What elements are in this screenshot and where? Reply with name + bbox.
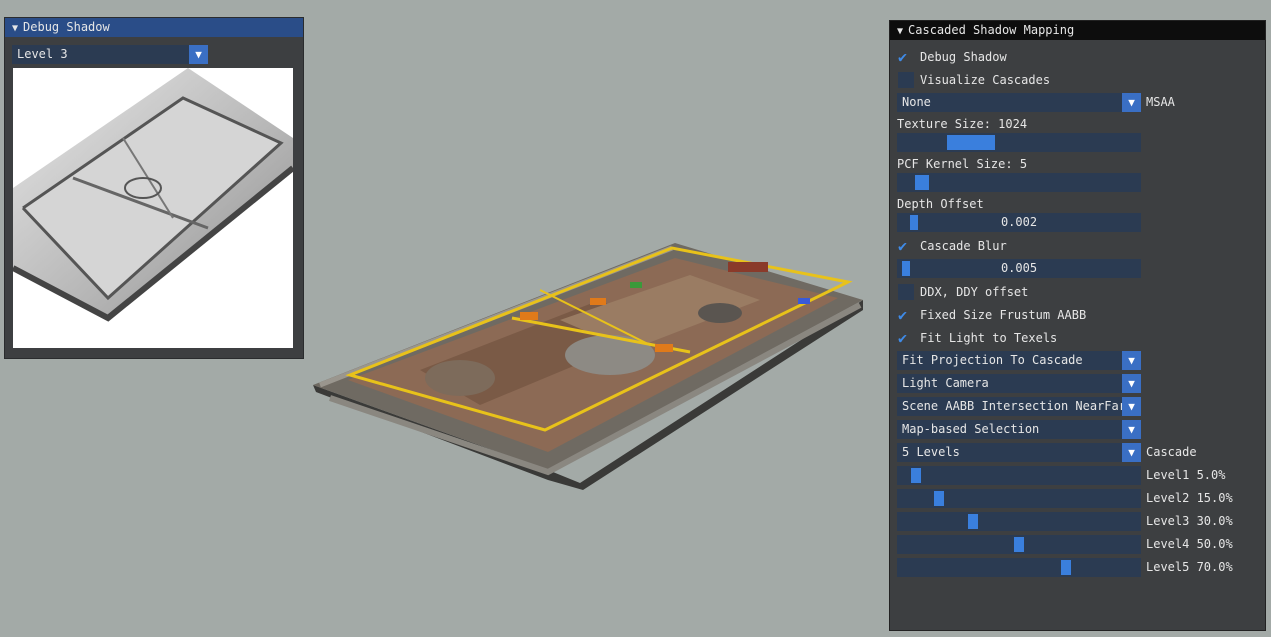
msaa-label: MSAA: [1146, 95, 1175, 109]
depth-offset-slider[interactable]: 0.002: [897, 213, 1141, 232]
selection-value: Map-based Selection: [902, 422, 1040, 436]
arrow-down-icon[interactable]: ▼: [189, 45, 208, 64]
fixed-size-label[interactable]: Fixed Size Frustum AABB: [920, 307, 1086, 323]
cascade-label: Cascade: [1146, 445, 1197, 459]
ddx-offset-checkbox[interactable]: [898, 284, 914, 300]
selection-combo[interactable]: Map-based Selection ▼: [897, 420, 1141, 439]
pcf-kernel-slider[interactable]: [897, 173, 1141, 192]
fit-texels-label[interactable]: Fit Light to Texels: [920, 330, 1057, 346]
level3-grab[interactable]: [968, 514, 978, 529]
orange-block-a: [520, 312, 538, 320]
checkmark-icon[interactable]: ✔: [898, 330, 914, 346]
level3-slider[interactable]: [897, 512, 1141, 531]
level4-grab[interactable]: [1014, 537, 1024, 552]
near-far-value: Scene AABB Intersection NearFar: [902, 399, 1126, 413]
arrow-down-icon[interactable]: ▼: [1122, 420, 1141, 439]
debug-shadow-window[interactable]: ▼ Debug Shadow Level 3 ▼: [4, 17, 304, 359]
visualize-cascades-checkbox[interactable]: [898, 72, 914, 88]
fit-projection-value: Fit Projection To Cascade: [902, 353, 1083, 367]
level2-slider[interactable]: [897, 489, 1141, 508]
pcf-kernel-grab[interactable]: [915, 175, 929, 190]
shadow-map-preview: [13, 68, 293, 348]
csm-title: Cascaded Shadow Mapping: [908, 23, 1075, 37]
msaa-value: None: [902, 95, 931, 109]
cascade-value: 5 Levels: [902, 445, 960, 459]
debug-shadow-title: Debug Shadow: [23, 20, 110, 34]
arrow-down-icon[interactable]: ▼: [1122, 93, 1141, 112]
level1-grab[interactable]: [911, 468, 921, 483]
level2-grab[interactable]: [934, 491, 944, 506]
level4-slider[interactable]: [897, 535, 1141, 554]
checkmark-icon[interactable]: ✔: [898, 238, 914, 254]
csm-titlebar[interactable]: ▼ Cascaded Shadow Mapping: [890, 21, 1265, 40]
orange-block-b: [655, 344, 673, 352]
floor-ring-c: [425, 360, 495, 396]
level1-slider[interactable]: [897, 466, 1141, 485]
ddx-offset-label[interactable]: DDX, DDY offset: [920, 284, 1028, 300]
level-select-value: Level 3: [17, 47, 68, 61]
texture-size-slider[interactable]: [897, 133, 1141, 152]
floor-ring-b: [698, 303, 742, 323]
level5-grab[interactable]: [1061, 560, 1071, 575]
shadow-map-image: [13, 68, 293, 322]
cascade-blur-value: 0.005: [1000, 261, 1038, 275]
level5-label: Level5 70.0%: [1146, 560, 1233, 574]
msaa-combo[interactable]: None ▼: [897, 93, 1141, 112]
level5-slider[interactable]: [897, 558, 1141, 577]
orange-block-c: [590, 298, 606, 305]
level-select[interactable]: Level 3 ▼: [12, 45, 208, 64]
texture-size-label: Texture Size: 1024: [897, 117, 1028, 131]
arrow-down-icon[interactable]: ▼: [1122, 351, 1141, 370]
green-marker: [630, 282, 642, 288]
camera-value: Light Camera: [902, 376, 989, 390]
fit-projection-combo[interactable]: Fit Projection To Cascade ▼: [897, 351, 1141, 370]
cascade-combo[interactable]: 5 Levels ▼: [897, 443, 1141, 462]
depth-offset-label: Depth Offset: [897, 197, 984, 211]
triangle-down-icon[interactable]: ▼: [897, 26, 903, 37]
checkmark-icon[interactable]: ✔: [898, 307, 914, 323]
debug-shadow-checkbox-label[interactable]: Debug Shadow: [920, 49, 1007, 65]
level4-label: Level4 50.0%: [1146, 537, 1233, 551]
blue-marker: [798, 298, 810, 304]
near-far-combo[interactable]: Scene AABB Intersection NearFar ▼: [897, 397, 1141, 416]
triangle-down-icon[interactable]: ▼: [12, 23, 18, 34]
level2-label: Level2 15.0%: [1146, 491, 1233, 505]
camera-combo[interactable]: Light Camera ▼: [897, 374, 1141, 393]
arrow-down-icon[interactable]: ▼: [1122, 443, 1141, 462]
debug-shadow-titlebar[interactable]: ▼ Debug Shadow: [5, 18, 303, 37]
depth-offset-value: 0.002: [1000, 215, 1038, 229]
level3-label: Level3 30.0%: [1146, 514, 1233, 528]
visualize-cascades-label[interactable]: Visualize Cascades: [920, 72, 1050, 88]
cascade-blur-label[interactable]: Cascade Blur: [920, 238, 1007, 254]
checkmark-icon[interactable]: ✔: [898, 49, 914, 65]
arrow-down-icon[interactable]: ▼: [1122, 397, 1141, 416]
csm-window[interactable]: ▼ Cascaded Shadow Mapping ✔ Debug Shadow …: [889, 20, 1266, 631]
texture-size-grab[interactable]: [947, 135, 995, 150]
red-crate: [728, 262, 768, 272]
cascade-blur-slider[interactable]: 0.005: [897, 259, 1141, 278]
level1-label: Level1 5.0%: [1146, 468, 1226, 482]
arrow-down-icon[interactable]: ▼: [1122, 374, 1141, 393]
pcf-kernel-label: PCF Kernel Size: 5: [897, 157, 1028, 171]
